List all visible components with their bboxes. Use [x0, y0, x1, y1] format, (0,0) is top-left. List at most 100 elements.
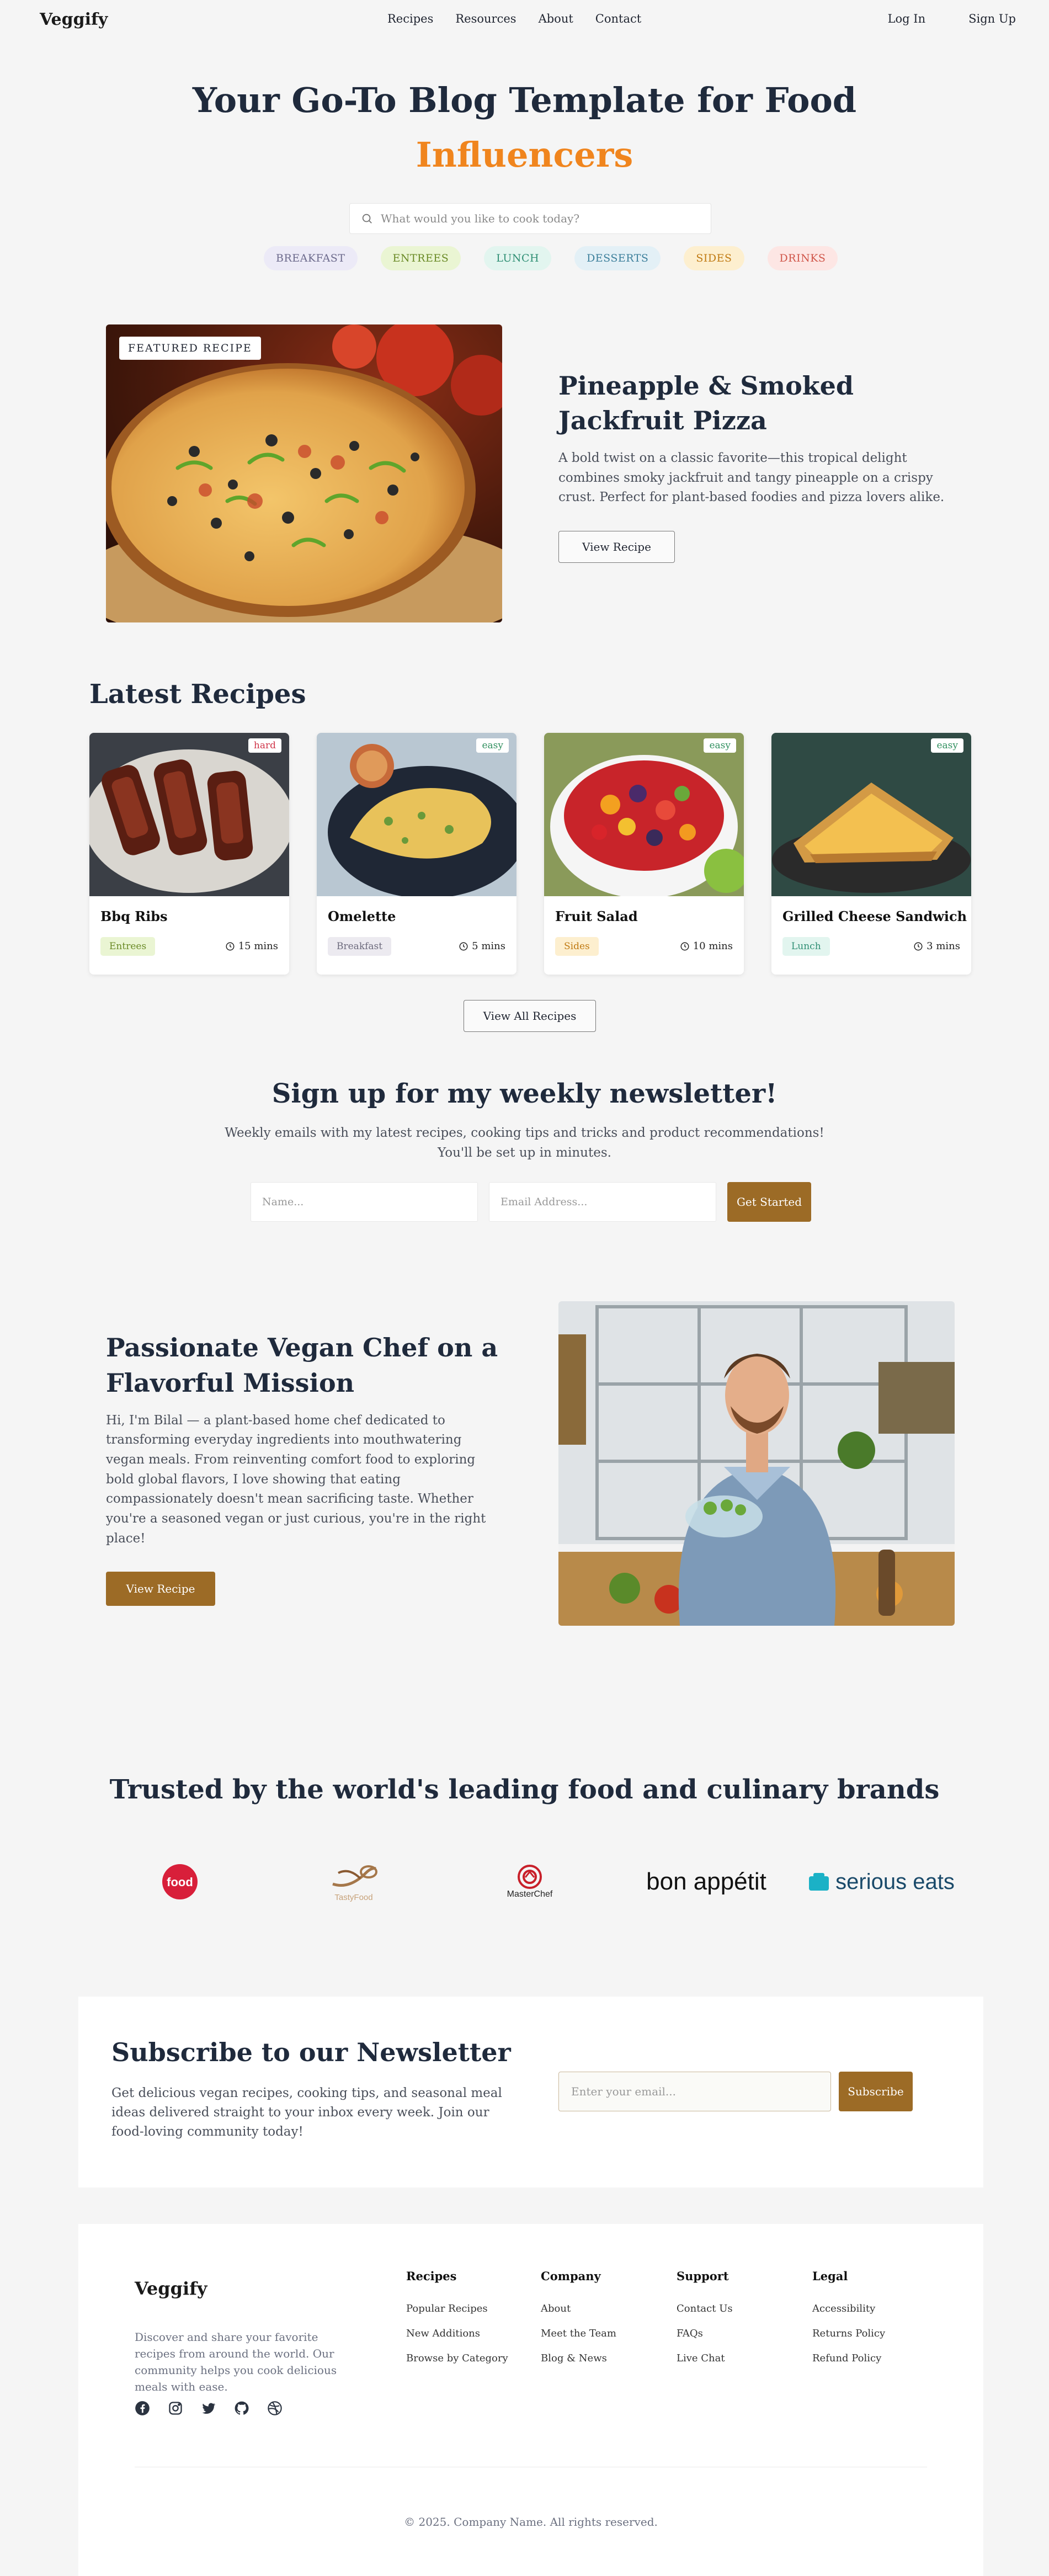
subscribe-email-input[interactable] [558, 2072, 831, 2111]
footer-col-title: Company [541, 2269, 601, 2283]
footer-link[interactable]: Browse by Category [406, 2353, 508, 2364]
brand-name: bon appétit [646, 1868, 766, 1895]
recipe-image: hard [89, 733, 289, 896]
chip-drinks[interactable]: DRINKS [767, 246, 838, 270]
subscribe-description: Get delicious vegan recipes, cooking tip… [111, 2086, 502, 2139]
name-input[interactable] [251, 1182, 478, 1222]
brand-name: MasterChef [507, 1890, 553, 1899]
recipe-category: Breakfast [328, 937, 392, 956]
nav-links: Recipes Resources About Contact [387, 12, 641, 25]
subscribe-title: Subscribe to our Newsletter [111, 2037, 511, 2067]
recipe-image: easy [317, 733, 516, 896]
recipe-card[interactable]: easy Omelette Breakfast 5 mins [317, 733, 516, 975]
recipe-image: easy [771, 733, 971, 896]
footer-link[interactable]: FAQs [677, 2328, 733, 2339]
featured-badge: FEATURED RECIPE [119, 337, 261, 360]
recipe-name: Fruit Salad [555, 908, 638, 924]
featured-image[interactable]: FEATURED RECIPE [106, 324, 502, 622]
recipe-category: Lunch [782, 937, 830, 956]
footer-link[interactable]: Meet the Team [541, 2328, 616, 2339]
chip-desserts[interactable]: DESSERTS [574, 246, 661, 270]
chip-entrees[interactable]: ENTREES [380, 246, 461, 270]
instagram-icon[interactable] [168, 2401, 183, 2416]
footer-link[interactable]: About [541, 2303, 616, 2314]
about-view-recipe-button[interactable]: View Recipe [106, 1572, 215, 1606]
footer-link[interactable]: Live Chat [677, 2353, 733, 2364]
recipe-image: easy [544, 733, 744, 896]
facebook-icon[interactable] [135, 2401, 150, 2416]
difficulty-badge: easy [931, 738, 963, 753]
footer-link[interactable]: Accessibility [812, 2303, 885, 2314]
view-all-recipes-button[interactable]: View All Recipes [464, 1000, 596, 1032]
newsletter-form: Get Started [251, 1182, 811, 1222]
github-icon[interactable] [234, 2401, 249, 2416]
nav-link-resources[interactable]: Resources [455, 12, 516, 25]
footer-logo[interactable]: Veggify [135, 2278, 207, 2299]
about-description: Hi, I'm Bilal — a plant-based home chef … [106, 1413, 486, 1546]
nav-link-about[interactable]: About [539, 12, 573, 25]
nav-link-contact[interactable]: Contact [595, 12, 641, 25]
about-section: Passionate Vegan Chef on a Flavorful Mis… [106, 1330, 503, 1606]
chip-sides[interactable]: SIDES [684, 246, 744, 270]
chip-lunch[interactable]: LUNCH [484, 246, 552, 270]
social-links [135, 2401, 283, 2416]
recipe-name: Grilled Cheese Sandwich [782, 908, 967, 924]
recipe-time-text: 3 mins [926, 940, 960, 952]
tastyfood-logo: TastyFood [323, 1860, 384, 1904]
recipe-card[interactable]: easy Fruit Salad Sides 10 mins [544, 733, 744, 975]
recipe-cards: hard Bbq Ribs Entrees 15 mins easy Omele… [89, 733, 971, 975]
featured-view-recipe-button[interactable]: View Recipe [558, 530, 675, 563]
recipe-time-text: 10 mins [693, 940, 733, 952]
get-started-button[interactable]: Get Started [727, 1182, 811, 1222]
footer-link[interactable]: New Additions [406, 2328, 508, 2339]
search-icon [362, 214, 372, 223]
signup-link[interactable]: Sign Up [968, 12, 1016, 25]
difficulty-badge: hard [248, 738, 281, 753]
newsletter-description: Weekly emails with my latest recipes, co… [0, 1124, 1049, 1163]
footer-col-support: Support Contact Us FAQs Live Chat [677, 2269, 733, 2377]
footer-link[interactable]: Contact Us [677, 2303, 733, 2314]
bon-appetit-logo: bon appétit [635, 1860, 778, 1904]
newsletter-desc-line1: Weekly emails with my latest recipes, co… [225, 1126, 824, 1140]
hero-title-line1: Your Go-To Blog Template for Food [192, 80, 857, 120]
recipe-time-text: 15 mins [238, 940, 278, 952]
footer-link[interactable]: Blog & News [541, 2353, 616, 2364]
footer-col-title: Recipes [406, 2269, 457, 2283]
footer: Veggify Discover and share your favorite… [78, 2224, 983, 2576]
recipe-card[interactable]: hard Bbq Ribs Entrees 15 mins [89, 733, 289, 975]
brand-name: food [167, 1875, 193, 1889]
footer-link[interactable]: Returns Policy [812, 2328, 885, 2339]
twitter-icon[interactable] [201, 2401, 216, 2416]
logo[interactable]: Veggify [40, 10, 108, 29]
newsletter-title: Sign up for my weekly newsletter! [271, 1078, 778, 1109]
serious-eats-logo: serious eats [807, 1860, 956, 1904]
footer-col-company: Company About Meet the Team Blog & News [541, 2269, 616, 2377]
latest-recipes-title: Latest Recipes [89, 679, 306, 710]
recipe-time: 10 mins [680, 940, 733, 952]
recipe-time: 15 mins [225, 940, 278, 952]
clock-icon [226, 942, 235, 950]
recipe-name: Omelette [328, 908, 396, 924]
dribbble-icon[interactable] [267, 2401, 283, 2416]
footer-col-legal: Legal Accessibility Returns Policy Refun… [812, 2269, 885, 2377]
subscribe-button[interactable]: Subscribe [839, 2072, 913, 2111]
clock-icon [459, 942, 468, 950]
brand-name: serious eats [835, 1869, 955, 1894]
nav-link-recipes[interactable]: Recipes [387, 12, 433, 25]
chip-breakfast[interactable]: BREAKFAST [264, 246, 358, 270]
clock-icon [914, 942, 923, 950]
login-link[interactable]: Log In [888, 12, 926, 25]
brand-name: TastyFood [334, 1892, 373, 1902]
recipe-time-text: 5 mins [472, 940, 505, 952]
email-input[interactable] [489, 1182, 716, 1222]
chef-image [558, 1301, 955, 1626]
featured-text: Pineapple & Smoked Jackfruit Pizza A bol… [558, 369, 945, 563]
footer-link[interactable]: Refund Policy [812, 2353, 885, 2364]
search-box [349, 203, 711, 234]
recipe-card[interactable]: easy Grilled Cheese Sandwich Lunch 3 min… [771, 733, 971, 975]
featured-title: Pineapple & Smoked Jackfruit Pizza [558, 371, 854, 436]
about-title: Passionate Vegan Chef on a Flavorful Mis… [106, 1333, 498, 1398]
footer-link[interactable]: Popular Recipes [406, 2303, 508, 2314]
search-input[interactable] [381, 212, 701, 225]
category-chips: BREAKFAST ENTREES LUNCH DESSERTS SIDES D… [264, 246, 838, 270]
